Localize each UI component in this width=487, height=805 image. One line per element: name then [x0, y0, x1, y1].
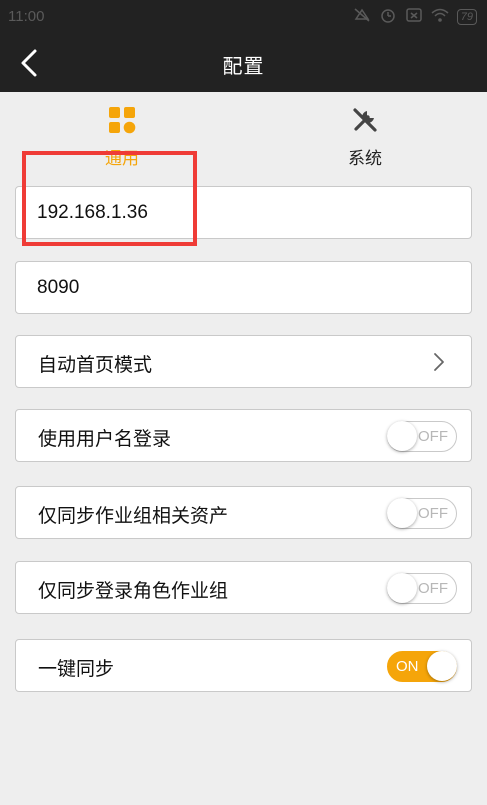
username-login-label: 使用用户名登录	[38, 428, 172, 450]
toggle-knob	[387, 573, 417, 603]
wifi-icon	[431, 7, 449, 27]
tab-system[interactable]: 系统	[300, 106, 430, 169]
port-row	[15, 261, 472, 314]
toggle-state-text: OFF	[418, 505, 448, 522]
alarm-icon	[379, 7, 397, 27]
mute-icon	[353, 7, 371, 27]
battery-icon: 79	[456, 9, 477, 25]
sync-role-groups-row: 仅同步登录角色作业组 OFF	[15, 561, 472, 614]
username-login-row: 使用用户名登录 OFF	[15, 409, 472, 462]
status-icons: 79	[353, 7, 477, 27]
tools-icon	[353, 108, 377, 132]
ip-address-input[interactable]	[37, 187, 447, 238]
sync-group-assets-toggle[interactable]: OFF	[387, 498, 457, 529]
home-mode-label: 自动首页模式	[38, 354, 153, 376]
status-time: 11:00	[8, 8, 45, 25]
toggle-knob	[387, 421, 417, 451]
sync-role-groups-label: 仅同步登录角色作业组	[38, 580, 229, 602]
toggle-knob	[387, 498, 417, 528]
one-click-sync-toggle[interactable]: ON	[387, 651, 457, 682]
tab-general[interactable]: 通用	[57, 106, 187, 169]
one-click-sync-row: 一键同步 ON	[15, 639, 472, 692]
sync-group-assets-row: 仅同步作业组相关资产 OFF	[15, 486, 472, 539]
one-click-sync-label: 一键同步	[38, 658, 115, 680]
page-title: 配置	[222, 54, 265, 78]
port-input[interactable]	[37, 262, 447, 313]
nav-bar: 配置	[0, 34, 487, 92]
tab-bar: 通用 系统	[0, 92, 487, 184]
toggle-state-text: ON	[396, 658, 419, 675]
home-mode-row[interactable]: 自动首页模式	[15, 335, 472, 388]
toggle-state-text: OFF	[418, 428, 448, 445]
chevron-right-icon	[434, 353, 444, 371]
toggle-knob	[427, 651, 457, 681]
sim-icon	[405, 7, 423, 27]
tab-general-label: 通用	[105, 149, 139, 169]
username-login-toggle[interactable]: OFF	[387, 421, 457, 452]
toggle-state-text: OFF	[418, 580, 448, 597]
ip-address-row	[15, 186, 472, 239]
status-bar: 11:00 79	[0, 0, 487, 34]
sync-role-groups-toggle[interactable]: OFF	[387, 573, 457, 604]
grid-icon	[109, 107, 136, 134]
sync-group-assets-label: 仅同步作业组相关资产	[38, 505, 229, 527]
tab-system-label: 系统	[348, 149, 382, 169]
